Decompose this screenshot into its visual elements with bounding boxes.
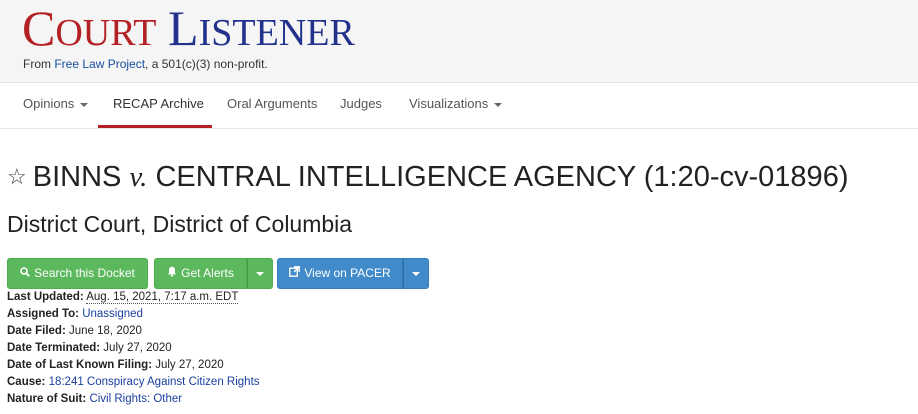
nav-recap-archive[interactable]: RECAP Archive	[113, 83, 204, 129]
assigned-to-link[interactable]: Unassigned	[82, 308, 143, 320]
assigned-to-row: Assigned To: Unassigned	[7, 308, 143, 320]
last-updated-value: Aug. 15, 2021, 7:17 a.m. EDT	[86, 291, 239, 304]
nature-of-suit-row: Nature of Suit: Civil Rights: Other	[7, 393, 183, 405]
star-outline-icon[interactable]: ☆	[7, 158, 27, 196]
court-name: District Court, District of Columbia	[7, 211, 353, 237]
site-header: COURT LISTENER From Free Law Project, a …	[0, 0, 918, 83]
nature-of-suit-link[interactable]: Civil Rights: Other	[89, 393, 182, 405]
external-link-icon	[289, 260, 301, 289]
courtlistener-logo[interactable]: COURT LISTENER	[22, 2, 355, 59]
caret-down-icon	[494, 102, 503, 107]
nav-visualizations[interactable]: Visualizations	[409, 83, 503, 129]
last-updated-row: Last Updated: Aug. 15, 2021, 7:17 a.m. E…	[7, 291, 239, 304]
get-alerts-button[interactable]: Get Alerts	[154, 258, 247, 289]
main-nav: Opinions RECAP Archive Oral Arguments Ju…	[0, 83, 918, 129]
cause-row: Cause: 18:241 Conspiracy Against Citizen…	[7, 376, 260, 388]
date-filed-row: Date Filed: June 18, 2020	[7, 325, 142, 337]
caret-down-icon	[80, 102, 89, 107]
tagline: From Free Law Project, a 501(c)(3) non-p…	[23, 57, 268, 71]
caret-down-icon	[256, 271, 264, 276]
caret-down-icon	[412, 271, 420, 276]
case-title: ☆ BINNS v. CENTRAL INTELLIGENCE AGENCY (1…	[7, 158, 848, 196]
view-on-pacer-button[interactable]: View on PACER	[277, 258, 403, 289]
nav-judges[interactable]: Judges	[340, 83, 382, 129]
active-tab-indicator	[98, 125, 212, 128]
last-known-filing-row: Date of Last Known Filing: July 27, 2020	[7, 359, 224, 371]
pacer-dropdown-toggle[interactable]	[403, 258, 429, 289]
nav-opinions[interactable]: Opinions	[23, 83, 89, 129]
nav-oral-arguments[interactable]: Oral Arguments	[227, 83, 317, 129]
search-docket-button[interactable]: Search this Docket	[7, 258, 148, 289]
bell-icon	[167, 260, 177, 289]
free-law-project-link[interactable]: Free Law Project	[54, 57, 145, 71]
docket-metadata: Last Updated: Aug. 15, 2021, 7:17 a.m. E…	[7, 289, 260, 408]
search-icon	[20, 260, 30, 289]
date-terminated-row: Date Terminated: July 27, 2020	[7, 342, 172, 354]
cause-link[interactable]: 18:241 Conspiracy Against Citizen Rights	[49, 376, 260, 388]
alerts-dropdown-toggle[interactable]	[247, 258, 273, 289]
